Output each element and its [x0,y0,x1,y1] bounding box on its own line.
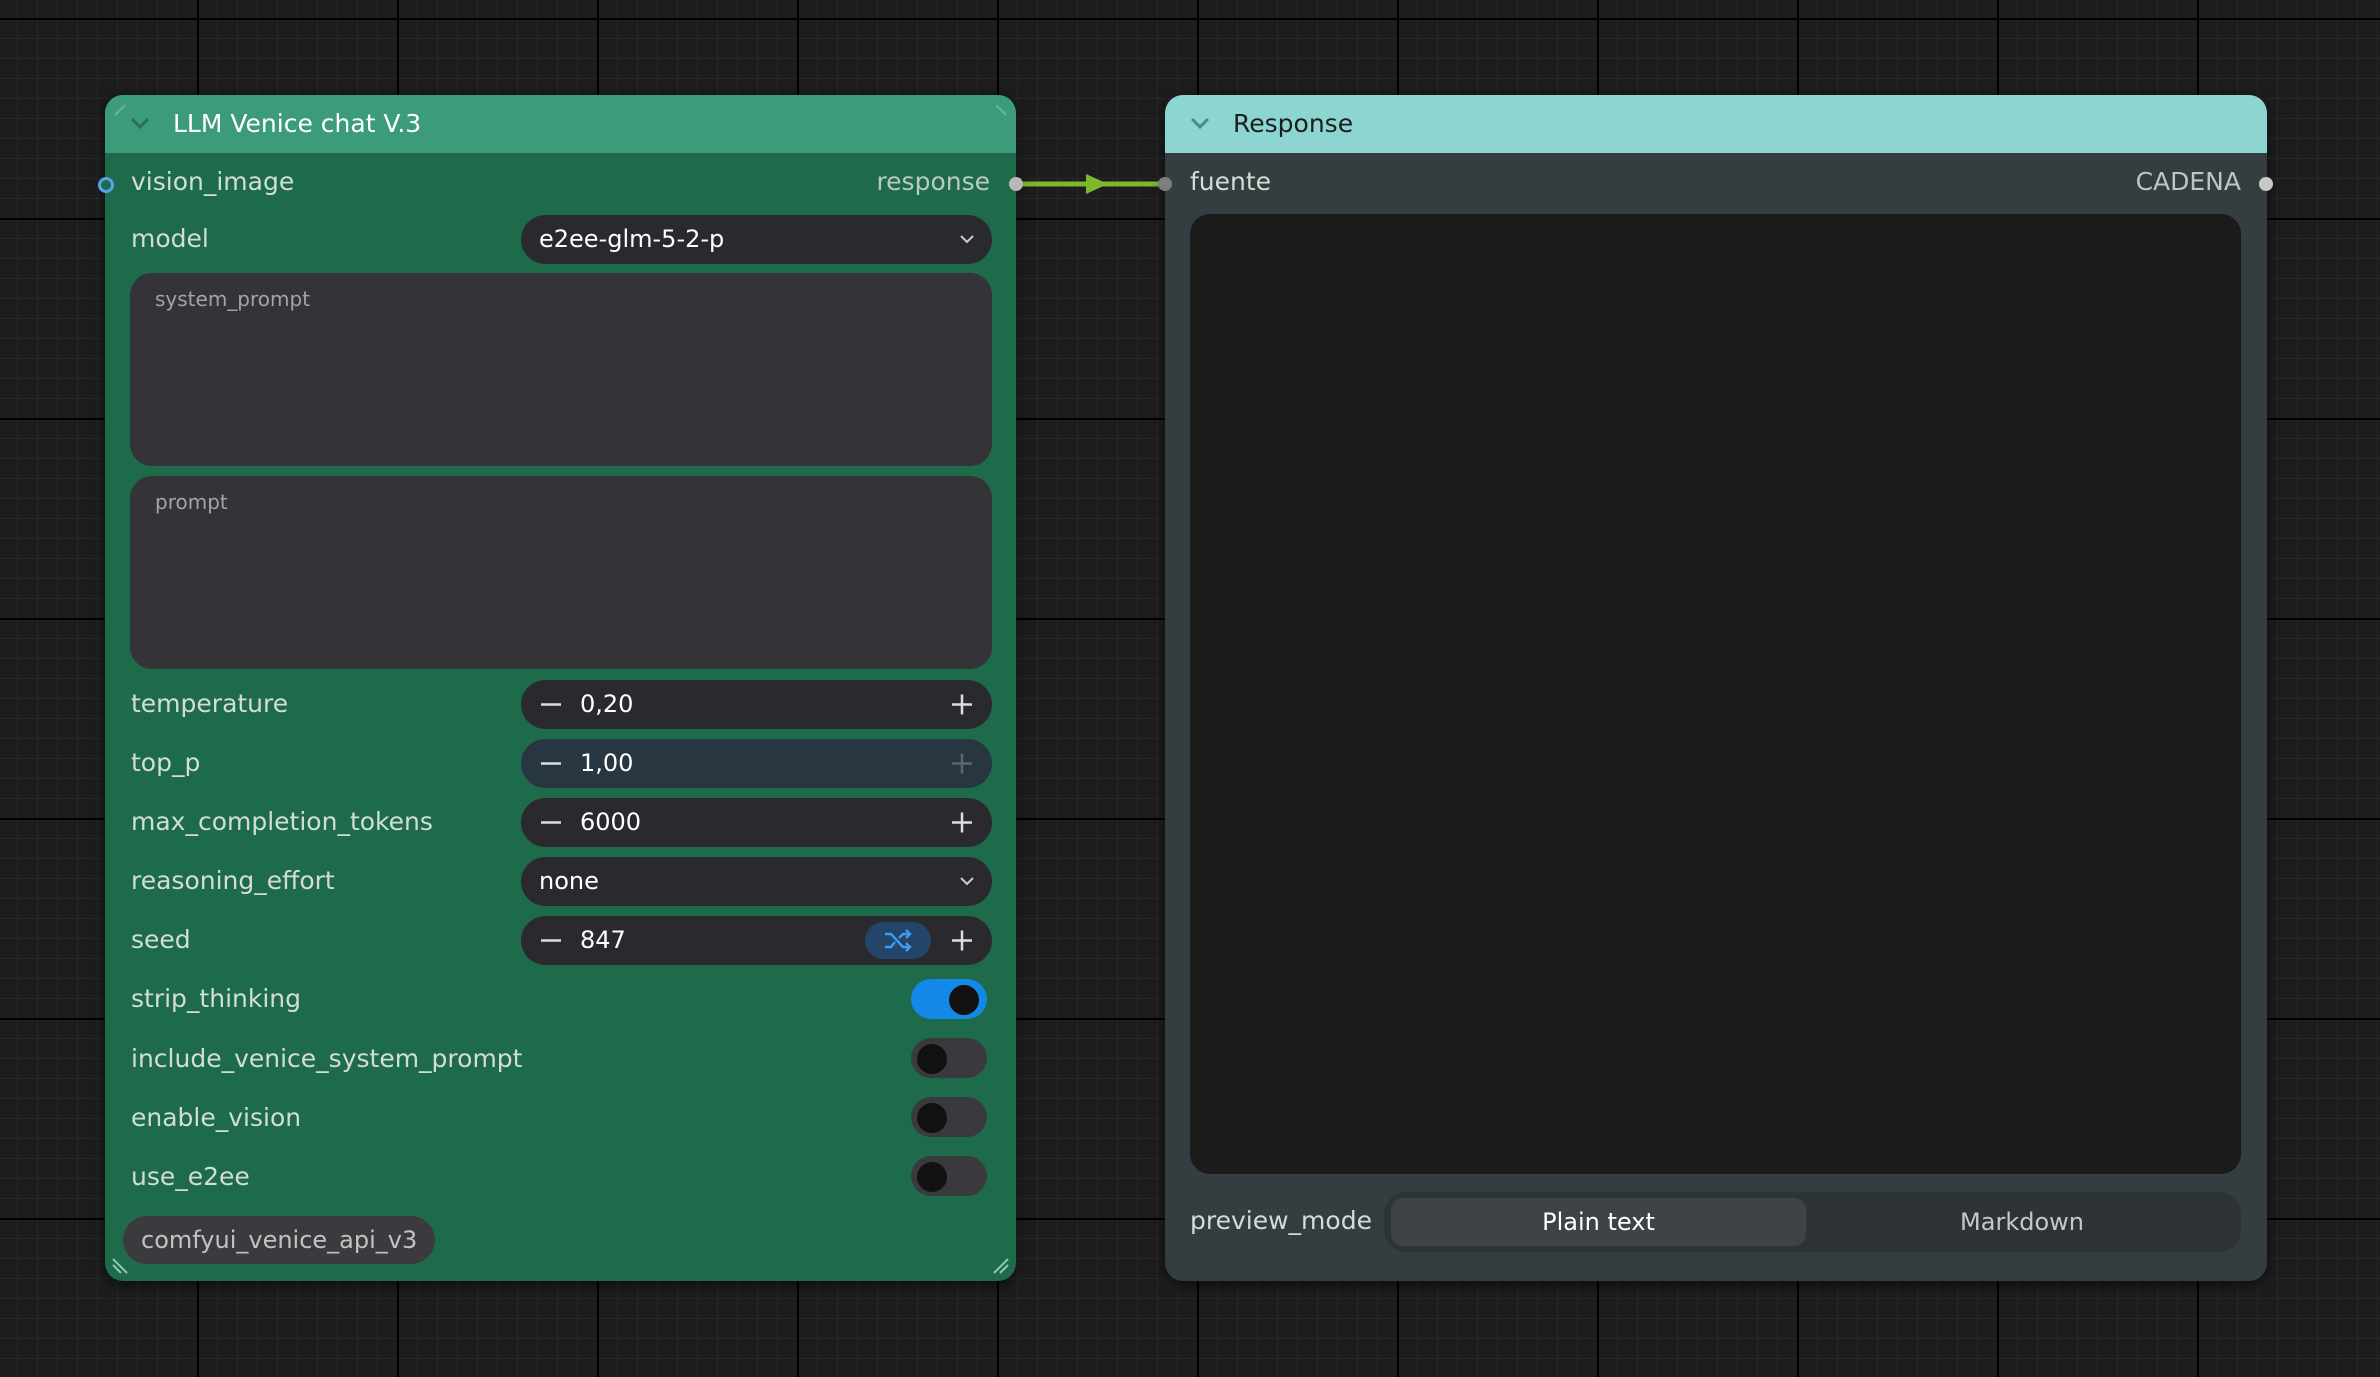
system-prompt-textarea[interactable]: system_prompt [130,273,992,466]
top-p-value[interactable]: 1,00 [580,739,633,788]
model-label: model [131,224,209,253]
max-completion-tokens-label: max_completion_tokens [131,807,433,836]
preview-mode-segmented-control[interactable]: Plain text Markdown [1384,1192,2241,1252]
top-p-label: top_p [131,748,201,777]
minus-icon[interactable] [531,680,571,729]
node-title: Response [1233,109,1354,138]
seed-label: seed [131,925,191,954]
resize-handle-icon[interactable] [988,103,1008,123]
enable-vision-toggle[interactable] [911,1097,987,1137]
model-select[interactable]: e2ee-glm-5-2-p [521,215,992,264]
minus-icon[interactable] [531,798,571,847]
prompt-textarea[interactable]: prompt [130,476,992,669]
chevron-down-icon [960,877,974,886]
input-slot-dot[interactable] [98,177,114,193]
node-header[interactable]: Response [1165,95,2267,153]
chevron-down-icon [960,235,974,244]
toggle-knob [949,985,979,1015]
llm-venice-chat-node[interactable]: LLM Venice chat V.3 vision_image respons… [105,95,1016,1281]
chevron-down-icon[interactable] [1189,115,1211,131]
preview-mode-label: preview_mode [1190,1206,1372,1235]
plus-icon[interactable] [942,680,982,729]
minus-icon[interactable] [531,739,571,788]
input-slot-fuente[interactable]: fuente [1190,162,1271,202]
shuffle-icon [885,929,912,952]
strip-thinking-label: strip_thinking [131,984,301,1013]
use-e2ee-label: use_e2ee [131,1162,250,1191]
output-slot-dot[interactable] [2259,177,2273,191]
toggle-knob [917,1162,947,1192]
prompt-placeholder: prompt [155,490,228,514]
enable-vision-label: enable_vision [131,1103,302,1132]
top-p-stepper[interactable]: 1,00 [521,739,992,788]
reasoning-effort-label: reasoning_effort [131,866,335,895]
randomize-seed-button[interactable] [865,922,931,959]
preview-mode-option-markdown[interactable]: Markdown [1812,1198,2232,1246]
seed-stepper[interactable]: 847 [521,916,992,965]
use-e2ee-toggle[interactable] [911,1156,987,1196]
input-slot-dot[interactable] [1158,177,1172,191]
input-slot-vision-image[interactable]: vision_image [131,162,294,202]
max-completion-tokens-stepper[interactable]: 6000 [521,798,992,847]
output-slot-cadena[interactable]: CADENA [2136,162,2241,202]
seed-value[interactable]: 847 [580,916,626,965]
response-text-output[interactable] [1190,214,2241,1174]
option-label: Markdown [1960,1208,2084,1236]
system-prompt-placeholder: system_prompt [155,287,311,311]
temperature-label: temperature [131,689,289,718]
toggle-knob [917,1044,947,1074]
node-title: LLM Venice chat V.3 [173,109,422,138]
plus-icon[interactable] [942,916,982,965]
node-header[interactable]: LLM Venice chat V.3 [105,95,1016,153]
reasoning-effort-value: none [539,867,599,895]
toggle-knob [917,1103,947,1133]
include-venice-system-prompt-toggle[interactable] [911,1038,987,1078]
response-node[interactable]: Response fuente CADENA preview_mode Plai… [1165,95,2267,1281]
resize-handle-icon[interactable] [113,103,133,123]
resize-handle-icon[interactable] [990,1255,1010,1275]
output-slot-dot[interactable] [1009,177,1023,191]
resize-handle-icon[interactable] [111,1255,131,1275]
strip-thinking-toggle[interactable] [911,979,987,1019]
preview-mode-option-plain-text[interactable]: Plain text [1391,1198,1806,1246]
option-label: Plain text [1542,1208,1655,1236]
reasoning-effort-select[interactable]: none [521,857,992,906]
output-slot-response[interactable]: response [876,162,990,202]
minus-icon[interactable] [531,916,571,965]
temperature-stepper[interactable]: 0,20 [521,680,992,729]
max-completion-tokens-value[interactable]: 6000 [580,798,641,847]
include-venice-system-prompt-label: include_venice_system_prompt [131,1044,523,1073]
plus-icon[interactable] [942,739,982,788]
model-value: e2ee-glm-5-2-p [539,225,725,253]
temperature-value[interactable]: 0,20 [580,680,633,729]
node-link[interactable] [1010,170,1170,200]
plus-icon[interactable] [942,798,982,847]
node-source-badge: comfyui_venice_api_v3 [123,1216,436,1264]
